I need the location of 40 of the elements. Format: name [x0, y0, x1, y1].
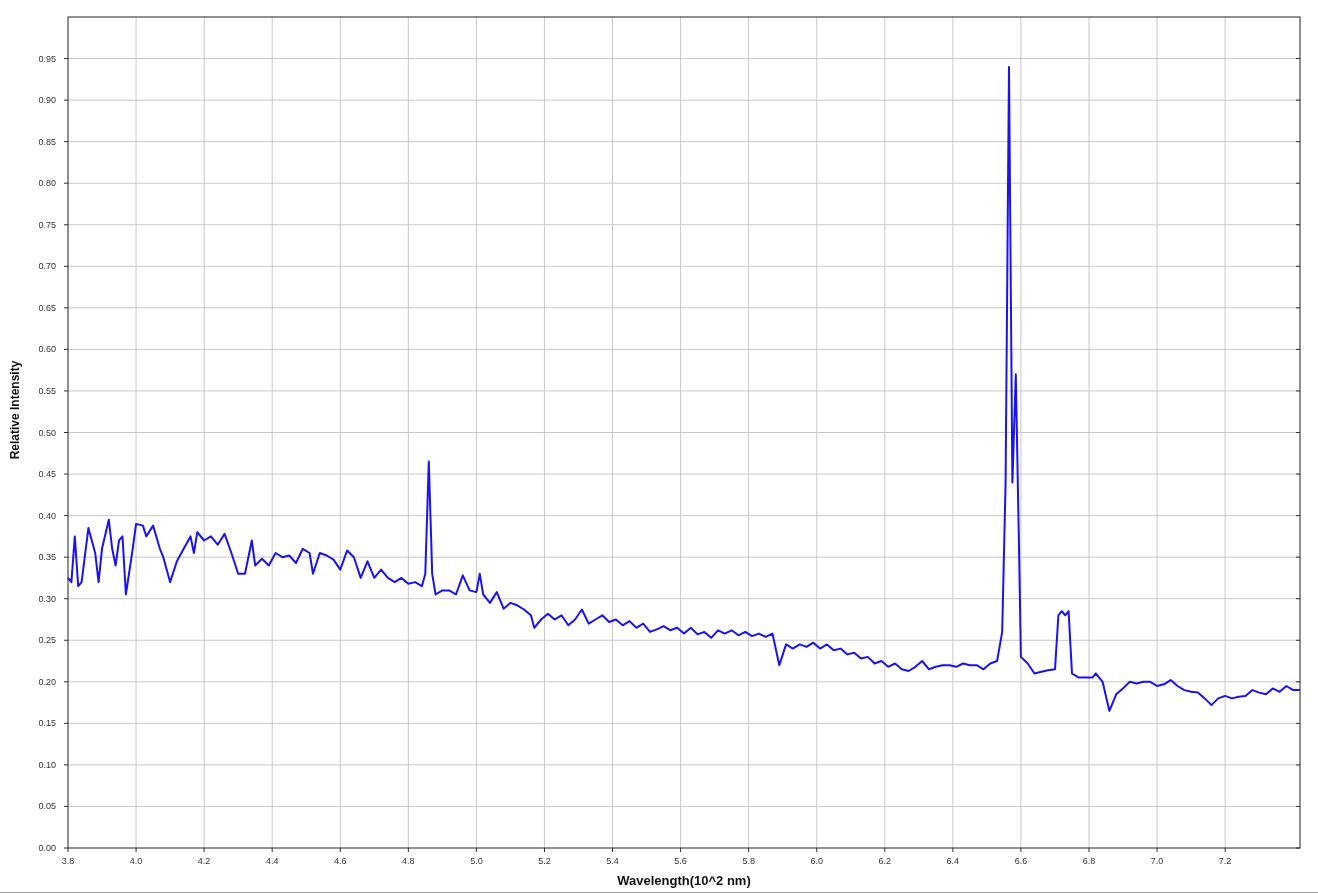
- tick-label: 0.70: [38, 261, 56, 272]
- tick-label: 0.25: [38, 635, 56, 646]
- tick-label: 0.60: [38, 344, 56, 355]
- tick-label: 6.6: [1014, 856, 1028, 866]
- tick-label: 0.85: [38, 136, 56, 147]
- tick-label: 6.0: [810, 856, 823, 866]
- tick-label: 5.6: [674, 856, 687, 866]
- tick-label: 6.8: [1082, 856, 1096, 866]
- tick-label: 0.20: [38, 676, 56, 687]
- tick-label: 0.00: [38, 843, 56, 853]
- tick-label: 0.35: [38, 552, 56, 563]
- tick-label: 5.8: [742, 856, 755, 866]
- tick-label: 4.8: [402, 856, 415, 866]
- tick-label: 7.2: [1218, 856, 1232, 866]
- tick-label: 0.05: [38, 801, 56, 812]
- tick-label: 0.45: [38, 469, 56, 480]
- tick-label: 0.75: [38, 219, 56, 230]
- tick-label: 5.2: [538, 856, 551, 866]
- axis-title: Relative Intensity: [8, 360, 22, 460]
- tick-label: 4.4: [265, 856, 279, 866]
- tick-label: 0.90: [38, 95, 56, 106]
- tick-label: 0.80: [38, 178, 56, 189]
- tick-label: 4.2: [197, 856, 211, 866]
- tick-label: 0.10: [38, 759, 56, 770]
- tick-label: 0.65: [38, 302, 56, 313]
- axis-title: Wavelength(10^2 nm): [617, 873, 751, 888]
- tick-label: 6.2: [878, 856, 892, 866]
- tick-label: 6.4: [946, 856, 960, 866]
- tick-label: 0.95: [38, 53, 56, 64]
- tick-label: 4.6: [334, 856, 347, 866]
- tick-label: 0.55: [38, 385, 56, 396]
- tick-label: 0.30: [38, 593, 56, 604]
- tick-label: 7.0: [1150, 856, 1164, 866]
- tick-label: 5.4: [606, 856, 619, 866]
- tick-label: 5.0: [470, 856, 483, 866]
- tick-label: 0.40: [38, 510, 56, 521]
- tick-label: 0.15: [38, 718, 56, 729]
- tick-label: 3.8: [61, 856, 75, 866]
- tick-label: 0.50: [38, 427, 56, 438]
- tick-label: 4.0: [129, 856, 143, 866]
